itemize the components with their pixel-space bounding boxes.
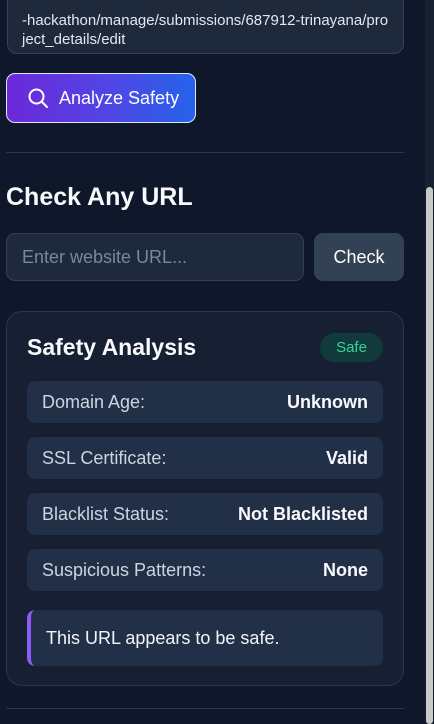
analyze-safety-button[interactable]: Analyze Safety: [6, 73, 196, 123]
analysis-row-label: SSL Certificate:: [42, 447, 167, 468]
analysis-row-blacklist-status: Blacklist Status: Not Blacklisted: [27, 493, 383, 535]
status-badge: Safe: [320, 333, 383, 362]
analysis-row-label: Suspicious Patterns:: [42, 559, 207, 580]
search-icon: [27, 87, 49, 109]
analysis-row-suspicious-patterns: Suspicious Patterns: None: [27, 549, 383, 591]
check-button[interactable]: Check: [314, 233, 404, 281]
bottom-divider: [6, 708, 404, 709]
safety-analysis-card: Safety Analysis Safe Domain Age: Unknown…: [6, 311, 404, 686]
analysis-row-label: Blacklist Status:: [42, 503, 170, 524]
scrollbar-track[interactable]: [425, 0, 434, 724]
analyze-safety-label: Analyze Safety: [59, 87, 180, 108]
analysis-row-ssl-certificate: SSL Certificate: Valid: [27, 437, 383, 479]
check-url-heading: Check Any URL: [6, 183, 193, 211]
analysis-row-label: Domain Age:: [42, 391, 146, 412]
extension-panel: -hackathon/manage/submissions/687912-tri…: [0, 0, 434, 724]
current-url-text: -hackathon/manage/submissions/687912-tri…: [22, 12, 389, 48]
analysis-row-domain-age: Domain Age: Unknown: [27, 381, 383, 423]
analysis-row-value: None: [323, 559, 368, 580]
analysis-row-value: Valid: [325, 447, 368, 468]
section-divider: [6, 152, 404, 153]
safety-message-text: This URL appears to be safe.: [46, 627, 280, 648]
current-url-box: -hackathon/manage/submissions/687912-tri…: [7, 0, 404, 54]
analysis-row-value: Unknown: [287, 391, 368, 412]
safety-message: This URL appears to be safe.: [27, 610, 383, 666]
safety-analysis-title: Safety Analysis: [27, 334, 197, 360]
scrollbar-thumb[interactable]: [426, 187, 433, 724]
analysis-row-value: Not Blacklisted: [237, 503, 368, 524]
url-input[interactable]: [6, 233, 304, 281]
